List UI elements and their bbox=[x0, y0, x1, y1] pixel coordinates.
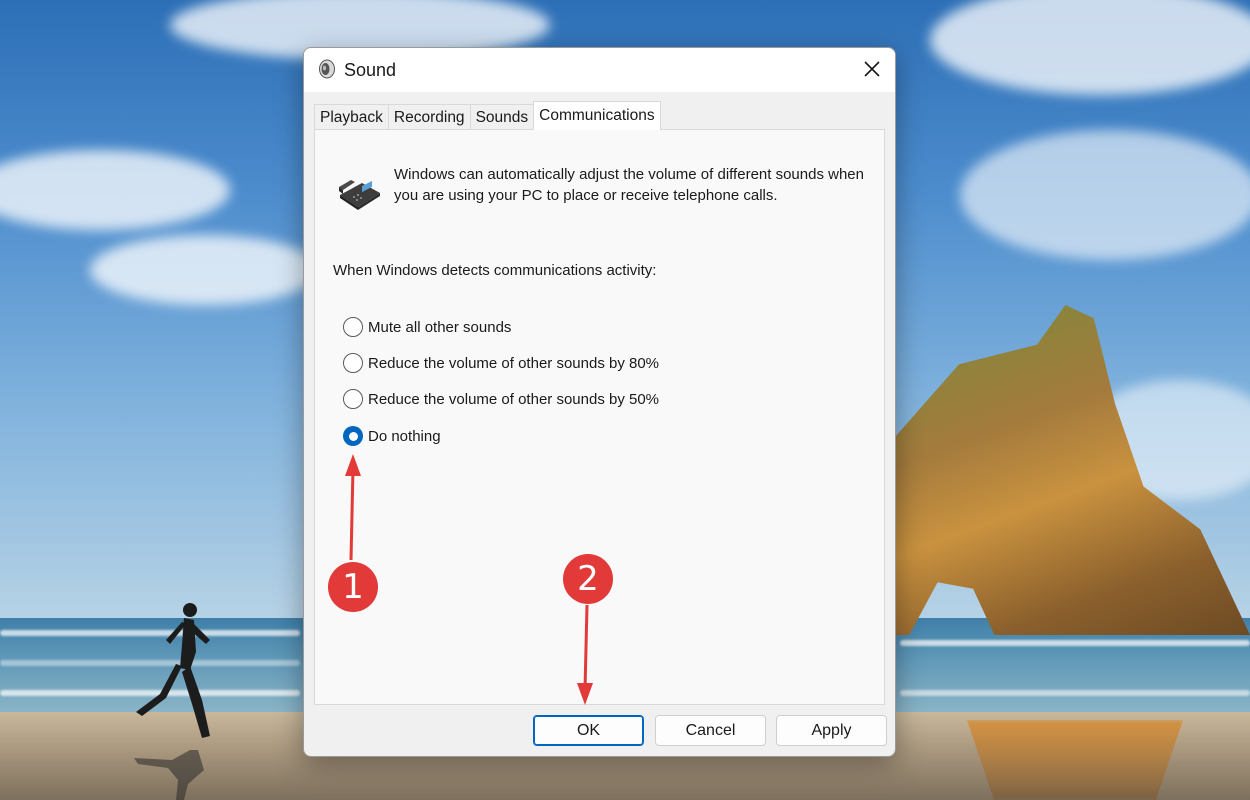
option-label: Reduce the volume of other sounds by 80% bbox=[368, 354, 660, 372]
telephone-icon bbox=[339, 180, 380, 210]
tab-playback[interactable]: Playback bbox=[314, 104, 389, 130]
option-reduce-50[interactable]: Reduce the volume of other sounds by 50% bbox=[343, 388, 659, 410]
radio-button-selected[interactable] bbox=[343, 426, 363, 446]
option-label: Reduce the volume of other sounds by 50% bbox=[368, 390, 660, 408]
radio-button[interactable] bbox=[343, 353, 363, 373]
option-do-nothing[interactable]: Do nothing bbox=[343, 425, 441, 447]
speaker-icon bbox=[319, 59, 335, 79]
option-mute-all[interactable]: Mute all other sounds bbox=[343, 316, 511, 338]
option-label: Mute all other sounds bbox=[368, 318, 512, 336]
dialog-title: Sound bbox=[344, 60, 397, 80]
cloud bbox=[90, 235, 320, 305]
wave bbox=[900, 640, 1250, 646]
ok-button[interactable]: OK bbox=[533, 715, 644, 746]
description-text: Windows can automatically adjust the vol… bbox=[394, 166, 864, 204]
step-badge-2: 2 bbox=[563, 554, 613, 604]
tab-sounds[interactable]: Sounds bbox=[469, 104, 535, 130]
tab-recording[interactable]: Recording bbox=[387, 104, 471, 130]
cancel-button[interactable]: Cancel bbox=[655, 715, 766, 746]
sound-dialog: Sound Playback Recording Sounds Communic… bbox=[303, 47, 896, 757]
option-label: Do nothing bbox=[368, 427, 441, 445]
radio-button[interactable] bbox=[343, 317, 363, 337]
tab-communications[interactable]: Communications bbox=[533, 101, 661, 130]
close-icon bbox=[864, 61, 880, 77]
detect-activity-label: When Windows detects communications acti… bbox=[333, 262, 657, 279]
close-button[interactable] bbox=[849, 48, 895, 90]
runner-reflection bbox=[134, 750, 204, 800]
communications-panel: Windows can automatically adjust the vol… bbox=[314, 129, 885, 705]
step-badge-1: 1 bbox=[328, 562, 378, 612]
runner-figure bbox=[136, 603, 210, 738]
cloud bbox=[960, 130, 1250, 260]
radio-button[interactable] bbox=[343, 389, 363, 409]
title-bar[interactable]: Sound bbox=[304, 48, 895, 92]
tab-strip: Playback Recording Sounds Communications bbox=[314, 101, 661, 130]
apply-button[interactable]: Apply bbox=[776, 715, 887, 746]
option-reduce-80[interactable]: Reduce the volume of other sounds by 80% bbox=[343, 352, 659, 374]
wave bbox=[900, 690, 1250, 696]
